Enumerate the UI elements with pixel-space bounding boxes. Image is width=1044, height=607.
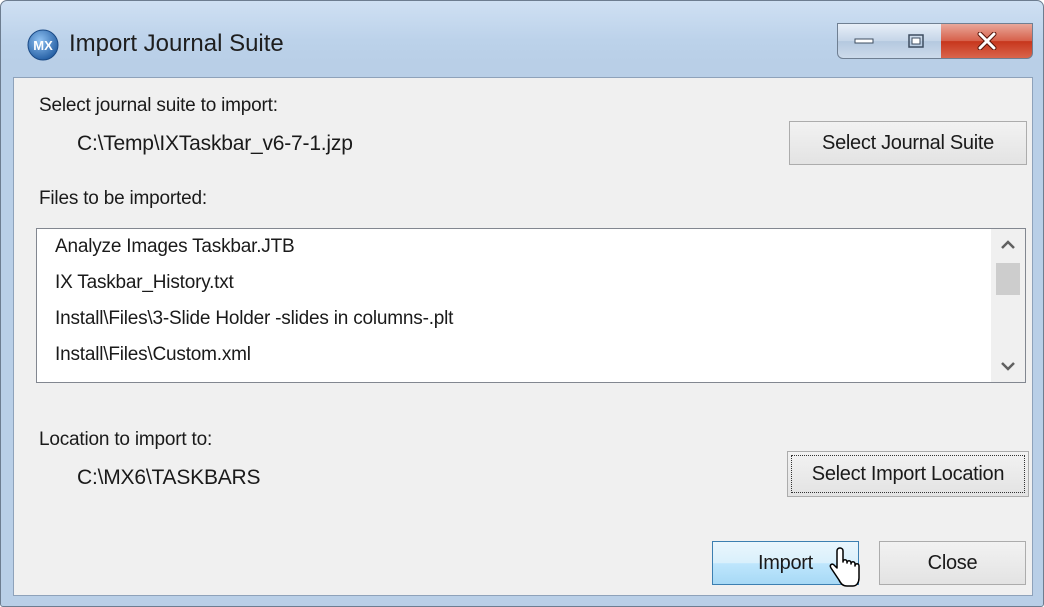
maximize-button[interactable]: [890, 23, 942, 59]
minimize-button[interactable]: [837, 23, 891, 59]
close-icon: [977, 32, 996, 50]
destination-label: Location to import to:: [39, 429, 213, 450]
vertical-scrollbar[interactable]: [991, 229, 1025, 382]
select-journal-suite-button[interactable]: Select Journal Suite: [789, 121, 1027, 165]
scrollbar-thumb[interactable]: [996, 263, 1020, 295]
minimize-icon: [854, 38, 874, 44]
files-listbox[interactable]: Analyze Images Taskbar.JTB IX Taskbar_Hi…: [36, 228, 1026, 383]
scroll-down-arrow-icon[interactable]: [991, 354, 1025, 378]
mouse-pointer-icon: [829, 547, 860, 587]
scroll-up-arrow-icon[interactable]: [991, 233, 1025, 257]
source-label: Select journal suite to import:: [39, 95, 278, 116]
list-item[interactable]: Analyze Images Taskbar.JTB: [55, 229, 995, 265]
title-bar[interactable]: MX Import Journal Suite: [1, 1, 1043, 77]
dialog-window: MX Import Journal Suite Select journal s…: [0, 0, 1044, 607]
close-button[interactable]: Close: [879, 541, 1026, 585]
files-label: Files to be imported:: [39, 188, 207, 209]
list-item[interactable]: Install\Files\Custom.xml: [55, 337, 995, 373]
select-import-location-button[interactable]: Select Import Location: [787, 451, 1029, 497]
window-title: Import Journal Suite: [69, 30, 284, 57]
maximize-icon: [907, 34, 924, 48]
list-item[interactable]: Install\Files\3-Slide Holder -slides in …: [55, 301, 995, 337]
list-item[interactable]: Install\Files\IX Shutdown .INI: [55, 373, 995, 382]
svg-text:MX: MX: [33, 38, 53, 53]
mx-app-icon: MX: [27, 29, 59, 61]
files-list: Analyze Images Taskbar.JTB IX Taskbar_Hi…: [55, 229, 995, 382]
list-item[interactable]: IX Taskbar_History.txt: [55, 265, 995, 301]
source-path: C:\Temp\IXTaskbar_v6-7-1.jzp: [77, 132, 353, 155]
destination-path: C:\MX6\TASKBARS: [77, 466, 261, 489]
close-window-button[interactable]: [941, 23, 1033, 59]
